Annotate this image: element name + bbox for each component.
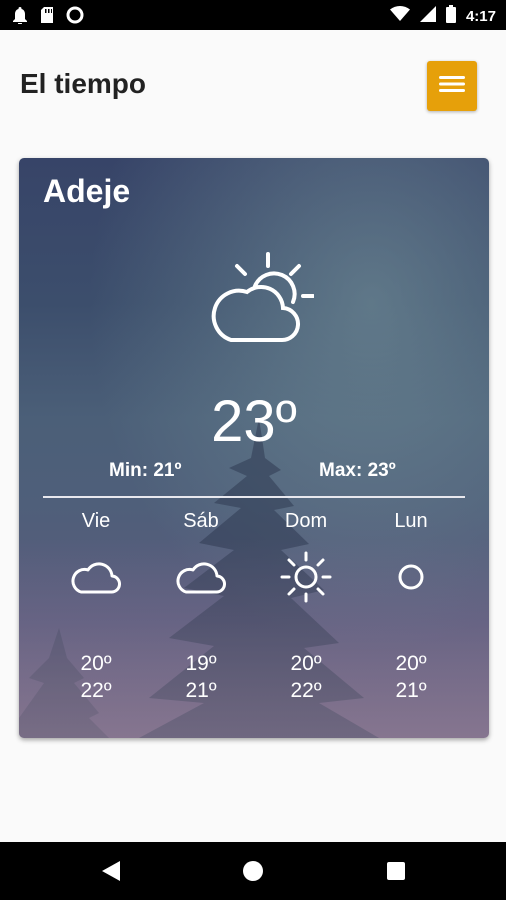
- status-time: 4:17: [465, 8, 496, 25]
- forecast-low-temp: 19º: [185, 652, 217, 675]
- weather-card: Adeje 23º Min: 21º Max: 23º Vie 20º 22º …: [19, 158, 489, 738]
- recents-icon[interactable]: [386, 861, 406, 886]
- forecast-high-temp: 22º: [290, 679, 322, 702]
- notification-bell-icon: [12, 6, 28, 29]
- cloud-icon: [151, 552, 251, 602]
- city-name: Adeje: [43, 173, 131, 209]
- forecast-day: Lun 20º 21º: [361, 510, 461, 704]
- forecast-low-temp: 20º: [395, 652, 427, 675]
- navigation-bar: [0, 842, 506, 900]
- current-temperature: 23º: [211, 389, 297, 454]
- forecast-day-label: Vie: [81, 510, 111, 532]
- forecast-day-label: Lun: [394, 510, 428, 532]
- sd-card-icon: [40, 6, 54, 29]
- forecast-day: Dom 20º 22º: [256, 510, 356, 704]
- app-bar: El tiempo: [0, 30, 506, 130]
- battery-icon: [445, 5, 456, 28]
- cloud-icon: [46, 552, 146, 602]
- divider: [43, 496, 465, 498]
- forecast-high-temp: 21º: [185, 679, 217, 702]
- forecast-low-temp: 20º: [80, 652, 112, 675]
- circle-o-icon: [66, 6, 84, 29]
- min-temperature: Min: 21º: [109, 460, 182, 481]
- page-title: El tiempo: [20, 68, 147, 99]
- forecast-high-temp: 22º: [80, 679, 112, 702]
- forecast-high-temp: 21º: [395, 679, 427, 702]
- partly-sunny-cloud-icon: [209, 250, 315, 345]
- wifi-icon: [389, 6, 410, 27]
- signal-icon: [419, 6, 436, 27]
- forecast-day: Sáb 19º 21º: [151, 510, 251, 704]
- hamburger-menu-icon: [438, 73, 466, 100]
- back-icon[interactable]: [100, 860, 122, 887]
- home-icon[interactable]: [242, 860, 264, 887]
- status-bar: 4:17: [0, 0, 506, 30]
- max-temperature: Max: 23º: [319, 460, 396, 481]
- forecast-low-temp: 20º: [290, 652, 322, 675]
- forecast-day-label: Sáb: [183, 510, 219, 532]
- menu-button[interactable]: [427, 61, 477, 111]
- circle-icon: [361, 552, 461, 602]
- forecast-day-label: Dom: [284, 510, 328, 532]
- forecast-day: Vie 20º 22º: [46, 510, 146, 704]
- sun-icon: [256, 551, 356, 603]
